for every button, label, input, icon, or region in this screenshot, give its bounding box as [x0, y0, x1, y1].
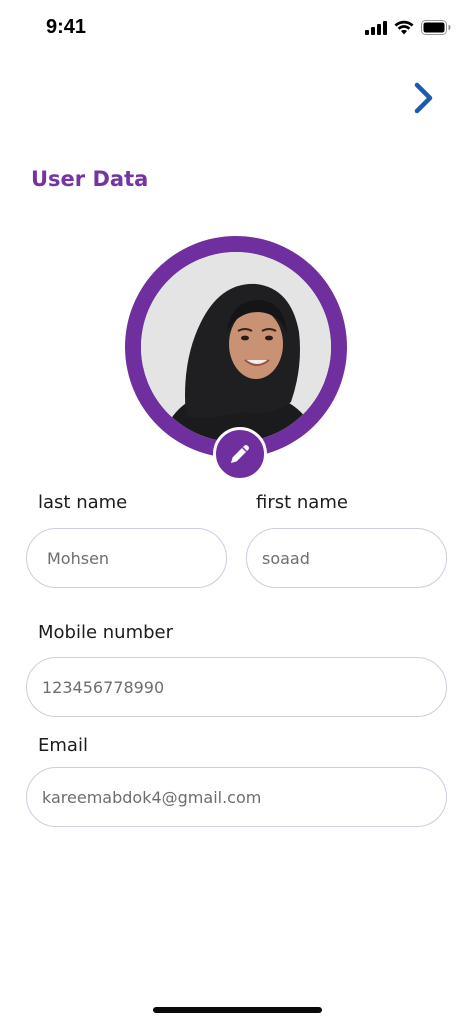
email-input[interactable] [26, 767, 447, 827]
page-title: User Data [31, 167, 149, 191]
first-name-label: first name [256, 492, 348, 513]
last-name-label: last name [38, 492, 128, 513]
profile-photo [141, 252, 331, 442]
battery-icon [421, 20, 451, 35]
email-label: Email [38, 735, 88, 756]
status-bar: 9:41 [0, 0, 473, 56]
status-time: 9:41 [46, 16, 87, 38]
home-indicator[interactable] [153, 1007, 322, 1013]
edit-photo-button[interactable] [213, 427, 267, 481]
avatar [125, 236, 347, 458]
last-name-input[interactable] [26, 528, 227, 588]
next-button[interactable] [406, 80, 442, 116]
cellular-signal-icon [365, 20, 387, 35]
chevron-right-icon [414, 82, 433, 114]
mobile-number-label: Mobile number [38, 622, 174, 643]
wifi-icon [394, 20, 414, 35]
first-name-input[interactable] [246, 528, 447, 588]
mobile-number-input[interactable] [26, 657, 447, 717]
user-portrait-image [141, 252, 331, 442]
status-icons [365, 20, 451, 35]
pencil-icon [231, 445, 249, 463]
